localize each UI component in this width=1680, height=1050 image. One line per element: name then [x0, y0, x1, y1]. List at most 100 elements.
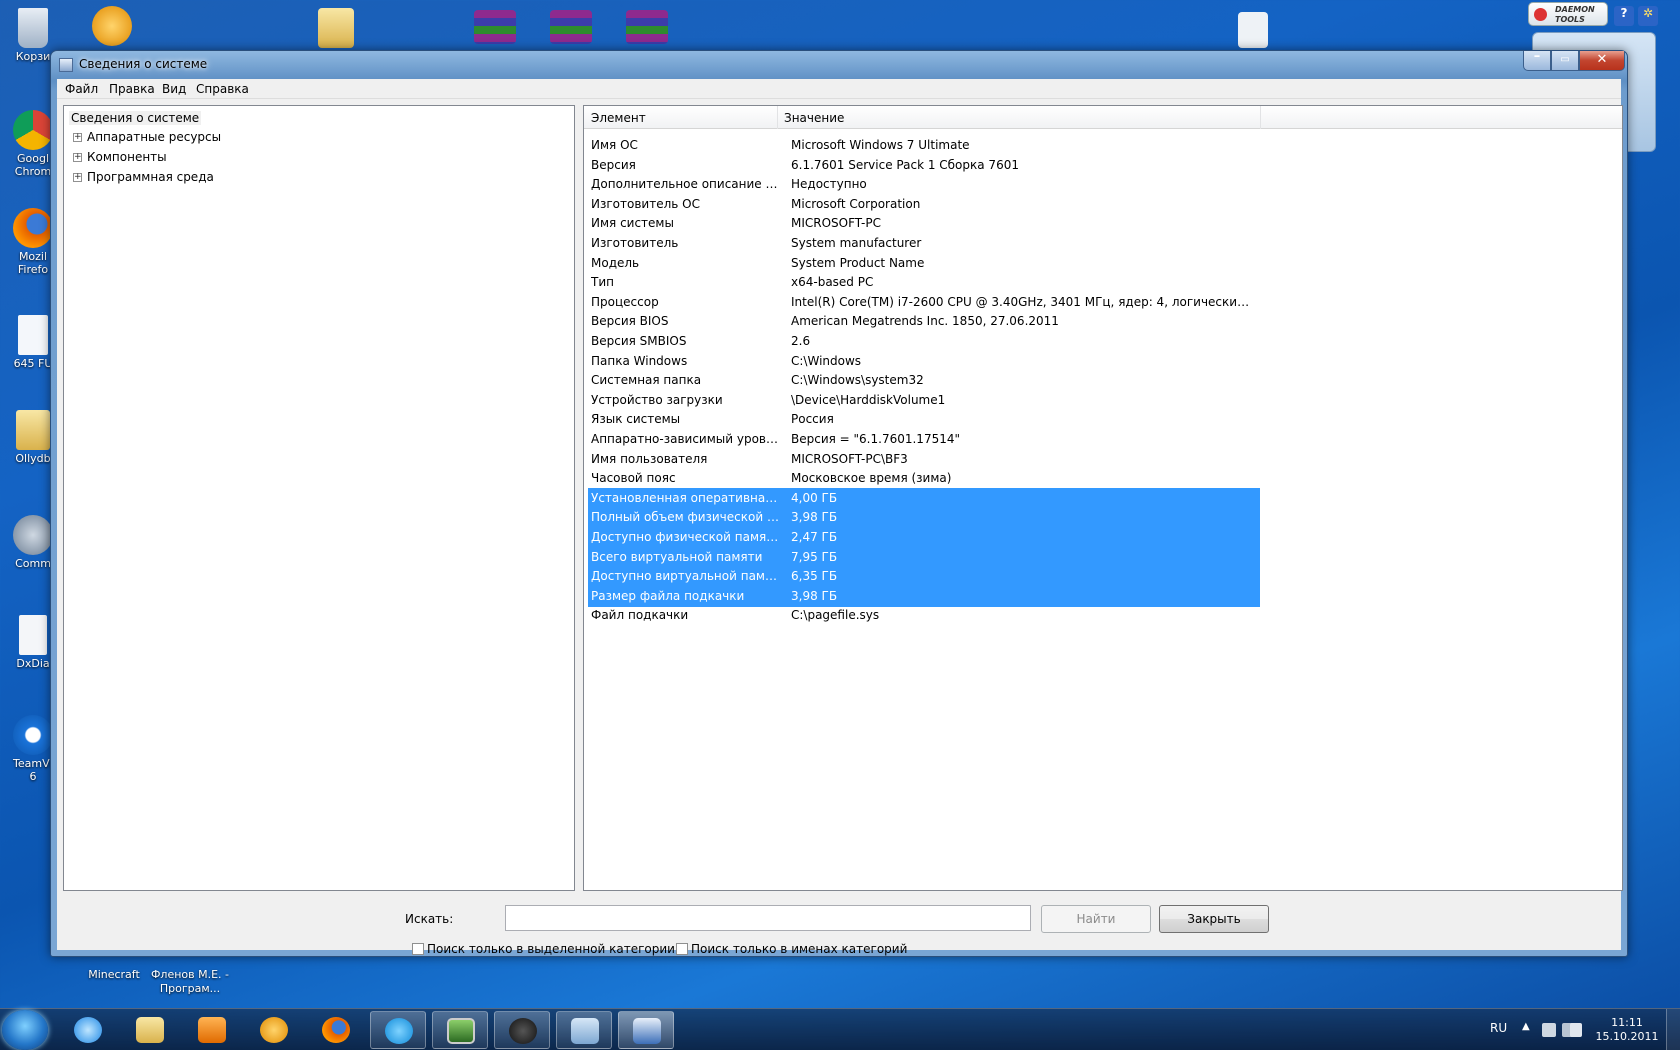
- table-row[interactable]: Версия SMBIOS 2.6: [588, 331, 1260, 352]
- column-header-value[interactable]: Значение: [784, 111, 844, 125]
- tree-item-hardware-resources[interactable]: Аппаратные ресурсы: [87, 130, 221, 144]
- taskbar-ie[interactable]: [60, 1011, 116, 1049]
- search-label: Искать:: [405, 912, 454, 926]
- folder-check-icon[interactable]: [318, 8, 354, 48]
- table-row[interactable]: Модель System Product Name: [588, 253, 1260, 274]
- row-value-cell: American Megatrends Inc. 1850, 27.06.201…: [791, 314, 1059, 329]
- winrar-icon[interactable]: [550, 10, 592, 44]
- expand-icon[interactable]: +: [73, 173, 82, 182]
- table-row[interactable]: Всего виртуальной памяти 7,95 ГБ: [588, 546, 1260, 568]
- row-element-cell: Файл подкачки: [591, 608, 689, 623]
- start-button[interactable]: [2, 1010, 48, 1050]
- expand-icon[interactable]: +: [73, 153, 82, 162]
- show-hidden-icons-icon[interactable]: ▲: [1522, 1021, 1530, 1032]
- tree-item-components[interactable]: Компоненты: [87, 150, 167, 164]
- menu-view[interactable]: Вид: [162, 82, 186, 96]
- table-row[interactable]: Доступно физической памяти 2,47 ГБ: [588, 527, 1260, 548]
- menu-edit[interactable]: Правка: [109, 82, 155, 96]
- taskbar-skype[interactable]: [370, 1011, 426, 1049]
- desktop-icon-label[interactable]: Minecraft: [86, 968, 142, 982]
- action-center-icon[interactable]: [1542, 1023, 1556, 1037]
- row-value-cell: Intel(R) Core(TM) i7-2600 CPU @ 3.40GHz,…: [791, 294, 1256, 309]
- row-element-cell: Доступно виртуальной памяти: [591, 569, 781, 584]
- chrome-icon: [13, 110, 53, 150]
- table-row[interactable]: Имя ОС Microsoft Windows 7 Ultimate: [588, 135, 1260, 156]
- table-row[interactable]: Версия BIOS American Megatrends Inc. 1850…: [588, 311, 1260, 332]
- category-tree[interactable]: Сведения о системе + Аппаратные ресурсы …: [63, 105, 575, 891]
- clock[interactable]: 11:11 15.10.2011: [1594, 1016, 1660, 1044]
- language-indicator[interactable]: RU: [1490, 1021, 1507, 1035]
- settings-icon[interactable]: ✲: [1638, 6, 1658, 26]
- row-value-cell: C:\pagefile.sys: [791, 608, 880, 623]
- table-row[interactable]: Установленная оперативная п... 4,00 ГБ: [588, 487, 1260, 509]
- table-row[interactable]: Процессор Intel(R) Core(TM) i7-2600 CPU @…: [588, 292, 1260, 313]
- window-title: Сведения о системе: [79, 57, 208, 71]
- table-row[interactable]: Часовой пояс Московское время (зима): [588, 468, 1260, 489]
- row-value-cell: MICROSOFT-PC: [791, 216, 881, 231]
- table-row[interactable]: Версия 6.1.7601 Service Pack 1 Сборка 760…: [588, 155, 1260, 176]
- details-list[interactable]: Элемент Значение Имя ОС Microsoft Windows…: [583, 105, 1623, 891]
- table-row[interactable]: Тип x64-based PC: [588, 272, 1260, 293]
- taskbar-explorer[interactable]: [122, 1011, 178, 1049]
- taskbar-firefox[interactable]: [308, 1011, 364, 1049]
- checkbox-box[interactable]: [412, 943, 424, 955]
- table-row[interactable]: Файл подкачки C:\pagefile.sys: [588, 605, 1260, 626]
- column-divider[interactable]: [777, 106, 778, 129]
- help-icon[interactable]: ?: [1614, 6, 1634, 26]
- table-row[interactable]: Язык системы Россия: [588, 409, 1260, 430]
- table-row[interactable]: Аппаратно-зависимый уровен... Версия = "6…: [588, 429, 1260, 450]
- taskbar-game[interactable]: [246, 1011, 302, 1049]
- menu-help[interactable]: Справка: [196, 82, 249, 96]
- winrar-icon[interactable]: [626, 10, 668, 44]
- row-element-cell: Имя ОС: [591, 138, 638, 152]
- table-row[interactable]: Системная папка C:\Windows\system32: [588, 370, 1260, 391]
- show-desktop-button[interactable]: [1666, 1009, 1680, 1050]
- title-bar[interactable]: Сведения о системе – ▭ ✕: [51, 49, 1627, 79]
- column-header-element[interactable]: Элемент: [591, 111, 646, 125]
- table-row[interactable]: Доступно виртуальной памяти 6,35 ГБ: [588, 566, 1260, 588]
- minimize-button[interactable]: –: [1523, 49, 1551, 71]
- winrar-icon[interactable]: [474, 10, 516, 44]
- taskbar-steam[interactable]: [494, 1011, 550, 1049]
- find-button[interactable]: Найти: [1041, 905, 1151, 933]
- table-row[interactable]: Имя пользователя MICROSOFT-PC\BF3: [588, 449, 1260, 470]
- table-row[interactable]: Имя системы MICROSOFT-PC: [588, 213, 1260, 234]
- app-icon: [13, 515, 53, 555]
- desktop-icon-label[interactable]: Фленов М.Е. - Програм...: [150, 968, 230, 996]
- close-window-button[interactable]: Закрыть: [1159, 905, 1269, 933]
- row-element-cell: Системная папка: [591, 373, 702, 388]
- document-icon[interactable]: [1238, 12, 1268, 48]
- table-row[interactable]: Размер файла подкачки 3,98 ГБ: [588, 585, 1260, 607]
- volume-icon[interactable]: [1570, 1023, 1582, 1037]
- desktop-icon-label: Googl Chrom: [14, 152, 52, 178]
- column-divider[interactable]: [1260, 106, 1261, 129]
- list-header: Элемент Значение: [584, 106, 1622, 129]
- search-input[interactable]: [505, 905, 1031, 931]
- table-row[interactable]: Папка Windows C:\Windows: [588, 351, 1260, 372]
- maximize-button[interactable]: ▭: [1551, 51, 1579, 71]
- taskbar-system-info[interactable]: [618, 1011, 674, 1049]
- row-element-cell: Установленная оперативная п...: [591, 490, 781, 505]
- table-row[interactable]: Дополнительное описание ОС Недоступно: [588, 174, 1260, 195]
- row-element-cell: Имя системы: [591, 216, 674, 231]
- game-controller-icon: [260, 1017, 288, 1043]
- table-row[interactable]: Изготовитель System manufacturer: [588, 233, 1260, 254]
- close-button[interactable]: ✕: [1579, 51, 1625, 71]
- tree-item-software-environment[interactable]: Программная среда: [87, 170, 214, 184]
- checkbox-search-selected-category[interactable]: Поиск только в выделенной категории: [412, 942, 675, 956]
- taskbar-control-panel[interactable]: [556, 1011, 612, 1049]
- game-controller-icon[interactable]: [92, 6, 132, 46]
- table-row[interactable]: Устройство загрузки \Device\HarddiskVolum…: [588, 390, 1260, 411]
- row-element-cell: Процессор: [591, 294, 659, 309]
- expand-icon[interactable]: +: [73, 133, 82, 142]
- table-row[interactable]: Полный объем физической па... 3,98 ГБ: [588, 507, 1260, 529]
- menu-file[interactable]: Файл: [65, 82, 98, 96]
- document-icon: [19, 615, 47, 655]
- taskbar-task-manager[interactable]: [432, 1011, 488, 1049]
- taskbar-media-player[interactable]: [184, 1011, 240, 1049]
- checkbox-search-category-names[interactable]: Поиск только в именах категорий: [676, 942, 907, 956]
- tree-root-system-summary[interactable]: Сведения о системе: [69, 111, 202, 125]
- table-row[interactable]: Изготовитель ОС Microsoft Corporation: [588, 194, 1260, 215]
- row-value-cell: 6,35 ГБ: [791, 569, 838, 584]
- checkbox-box[interactable]: [676, 943, 688, 955]
